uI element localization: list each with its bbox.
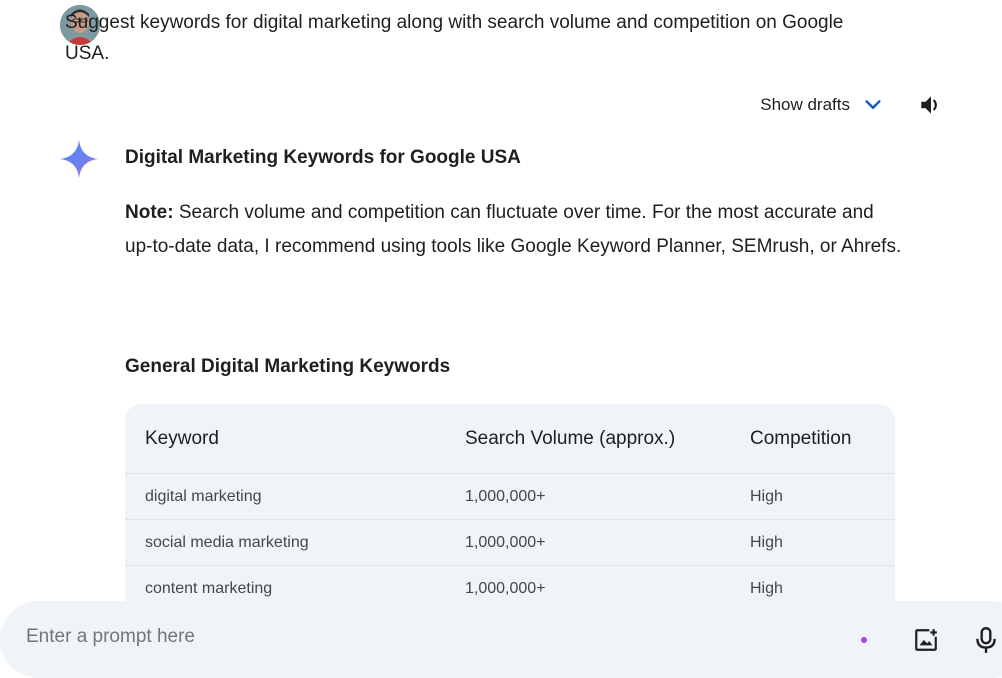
- chevron-down-icon: [865, 100, 881, 109]
- cell-volume: 1,000,000+: [445, 519, 730, 566]
- table-header-row: Keyword Search Volume (approx.) Competit…: [125, 404, 895, 474]
- note-label: Note:: [125, 202, 174, 223]
- cell-keyword: digital marketing: [125, 473, 445, 520]
- user-message-text: Suggest keywords for digital marketing a…: [65, 12, 844, 64]
- speaker-icon[interactable]: [918, 92, 944, 118]
- header-competition: Competition: [730, 404, 895, 474]
- prompt-input[interactable]: [26, 626, 726, 648]
- show-drafts-button[interactable]: Show drafts: [760, 94, 884, 116]
- cell-volume: 1,000,000+: [445, 473, 730, 520]
- table-row: digital marketing 1,000,000+ High: [125, 473, 895, 520]
- section-title: General Digital Marketing Keywords: [125, 356, 451, 377]
- header-search-volume: Search Volume (approx.): [445, 404, 730, 474]
- response-title: Digital Marketing Keywords for Google US…: [125, 147, 521, 168]
- header-keyword: Keyword: [125, 404, 445, 474]
- gemini-spark-icon: [60, 140, 98, 178]
- cell-keyword: social media marketing: [125, 519, 445, 566]
- show-drafts-label: Show drafts: [760, 95, 850, 114]
- response-note: Note: Search volume and competition can …: [125, 196, 905, 264]
- table-row: social media marketing 1,000,000+ High: [125, 519, 895, 566]
- cell-competition: High: [730, 473, 895, 520]
- drafts-toolbar: Show drafts: [760, 92, 944, 118]
- keywords-table: Keyword Search Volume (approx.) Competit…: [125, 404, 895, 634]
- add-image-icon[interactable]: [913, 627, 939, 653]
- status-dot: [861, 637, 867, 643]
- microphone-icon[interactable]: [973, 626, 999, 654]
- prompt-bar: [0, 601, 1002, 678]
- cell-competition: High: [730, 519, 895, 566]
- note-text: Search volume and competition can fluctu…: [125, 202, 902, 257]
